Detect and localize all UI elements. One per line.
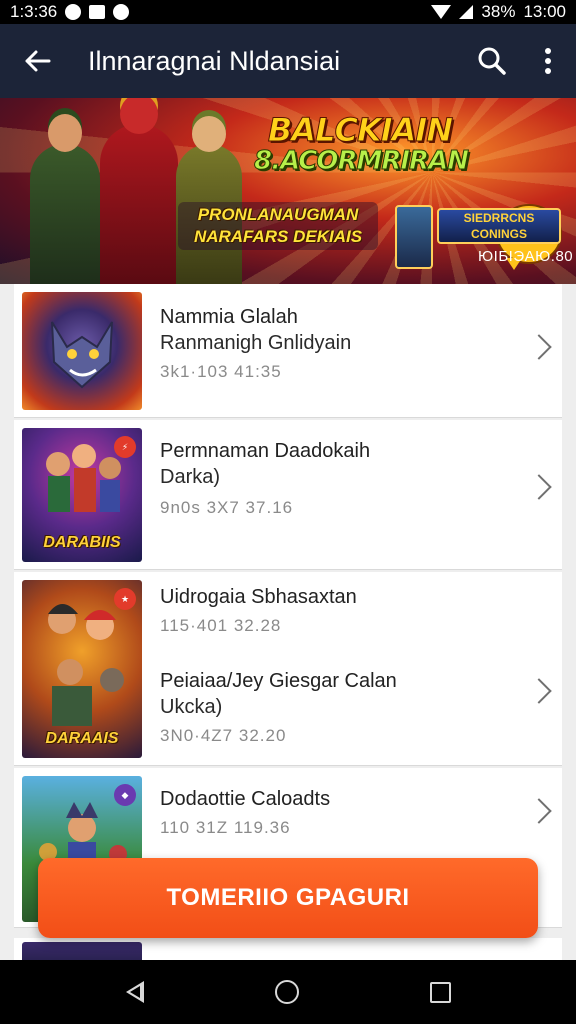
thumbnail: ★ DARAAIS bbox=[22, 580, 142, 758]
thumbnail-label: DARAAIS bbox=[45, 730, 119, 747]
back-button[interactable] bbox=[0, 24, 74, 98]
more-vertical-icon bbox=[545, 48, 551, 74]
monster-art-icon bbox=[51, 321, 113, 389]
banner-headline-2: 8.ACORMRIRAN bbox=[254, 146, 470, 177]
chevron-right-icon bbox=[526, 798, 552, 824]
chevron-right-icon bbox=[526, 334, 552, 360]
hero-character-2 bbox=[100, 98, 178, 284]
nav-back-button[interactable] bbox=[116, 971, 154, 1013]
item-subtitle: Ranmanigh Gnlidyain bbox=[160, 332, 352, 354]
list-item[interactable]: ★ DARAAIS Uidrogaia Sbhasaxtan 115·401 3… bbox=[14, 572, 562, 766]
nav-back-icon bbox=[125, 981, 144, 1003]
hero-head bbox=[120, 98, 158, 134]
item-title: Nammia Glalah bbox=[160, 306, 298, 328]
search-button[interactable] bbox=[464, 24, 520, 98]
banner-mini-art bbox=[395, 205, 433, 269]
chevron-right-icon bbox=[526, 678, 552, 704]
status-bar: 1:3:36 38% 13:00 bbox=[0, 0, 576, 24]
nav-home-button[interactable] bbox=[265, 970, 309, 1014]
thumbnail bbox=[22, 292, 142, 410]
status-time-right: 13:00 bbox=[523, 2, 566, 21]
thumbnail bbox=[22, 942, 142, 960]
arrow-left-icon bbox=[25, 50, 51, 72]
item-meta: 110 31Z 119.36 bbox=[160, 818, 291, 837]
app-bar: Ilnnaragnai Nldansiai bbox=[0, 24, 576, 98]
list-item[interactable]: ⚡ DARABIIS Permnaman Daadokaih Darka) 9n… bbox=[14, 420, 562, 570]
nav-home-icon bbox=[274, 980, 299, 1004]
wifi-icon bbox=[431, 5, 452, 19]
signal-icon bbox=[459, 5, 474, 19]
nav-recent-button[interactable] bbox=[420, 972, 461, 1013]
search-icon bbox=[478, 47, 506, 75]
item-title-secondary: Peiaiaa/Jey Giesgar Calan bbox=[160, 670, 397, 692]
hero-character-1 bbox=[30, 114, 100, 284]
primary-cta-button[interactable]: TOMERIIO GPAGURI bbox=[38, 858, 538, 938]
thumbnail-label: DARABIIS bbox=[43, 534, 121, 551]
item-meta-secondary: 3N0·4Z7 32.20 bbox=[160, 726, 287, 745]
chat-notification-icon bbox=[113, 4, 130, 20]
status-left: 1:3:36 bbox=[10, 2, 130, 22]
item-title: Permnaman Daadokaih bbox=[160, 440, 371, 462]
nav-recent-icon bbox=[429, 981, 451, 1003]
banner-promo-text: PRONLANAUGMAN NARAFARS DEKIAIS bbox=[178, 202, 378, 250]
item-title: Uidrogaia Sbhasaxtan bbox=[160, 586, 357, 608]
banner-code: ЮІБІЭАЮ.80 bbox=[478, 248, 574, 265]
item-meta: 3k1·103 41:35 bbox=[160, 362, 282, 381]
chevron-right-icon bbox=[526, 474, 552, 500]
banner-mini-card: SIEDRRCNS CONINGS bbox=[437, 208, 561, 244]
item-title: Dodaottie Caloadts bbox=[160, 788, 331, 810]
battery-text: 38% bbox=[481, 2, 516, 21]
notification-icon bbox=[65, 4, 82, 20]
gallery-notification-icon bbox=[89, 5, 106, 19]
item-subtitle: Darka) bbox=[160, 466, 221, 488]
thumbnail: ⚡ DARABIIS bbox=[22, 428, 142, 562]
item-subtitle-secondary: Ukcka) bbox=[160, 696, 223, 718]
status-time-left: 1:3:36 bbox=[10, 2, 58, 21]
more-options-button[interactable] bbox=[520, 24, 576, 98]
item-meta: 115·401 32.28 bbox=[160, 616, 282, 635]
list-item[interactable] bbox=[14, 938, 562, 960]
system-nav-bar bbox=[0, 960, 576, 1024]
status-right: 38% 13:00 bbox=[431, 2, 566, 22]
promo-banner[interactable]: BALCKIAIN 8.ACORMRIRAN PRONLANAUGMAN NAR… bbox=[0, 98, 576, 284]
list-item[interactable]: Nammia Glalah Ranmanigh Gnlidyain 3k1·10… bbox=[14, 284, 562, 418]
banner-headline-1: BALCKIAIN bbox=[267, 111, 453, 149]
hero-head bbox=[48, 114, 82, 152]
item-meta: 9n0s 3X7 37.16 bbox=[160, 498, 294, 517]
hero-head bbox=[192, 116, 226, 152]
page-title: Ilnnaragnai Nldansiai bbox=[88, 45, 341, 76]
